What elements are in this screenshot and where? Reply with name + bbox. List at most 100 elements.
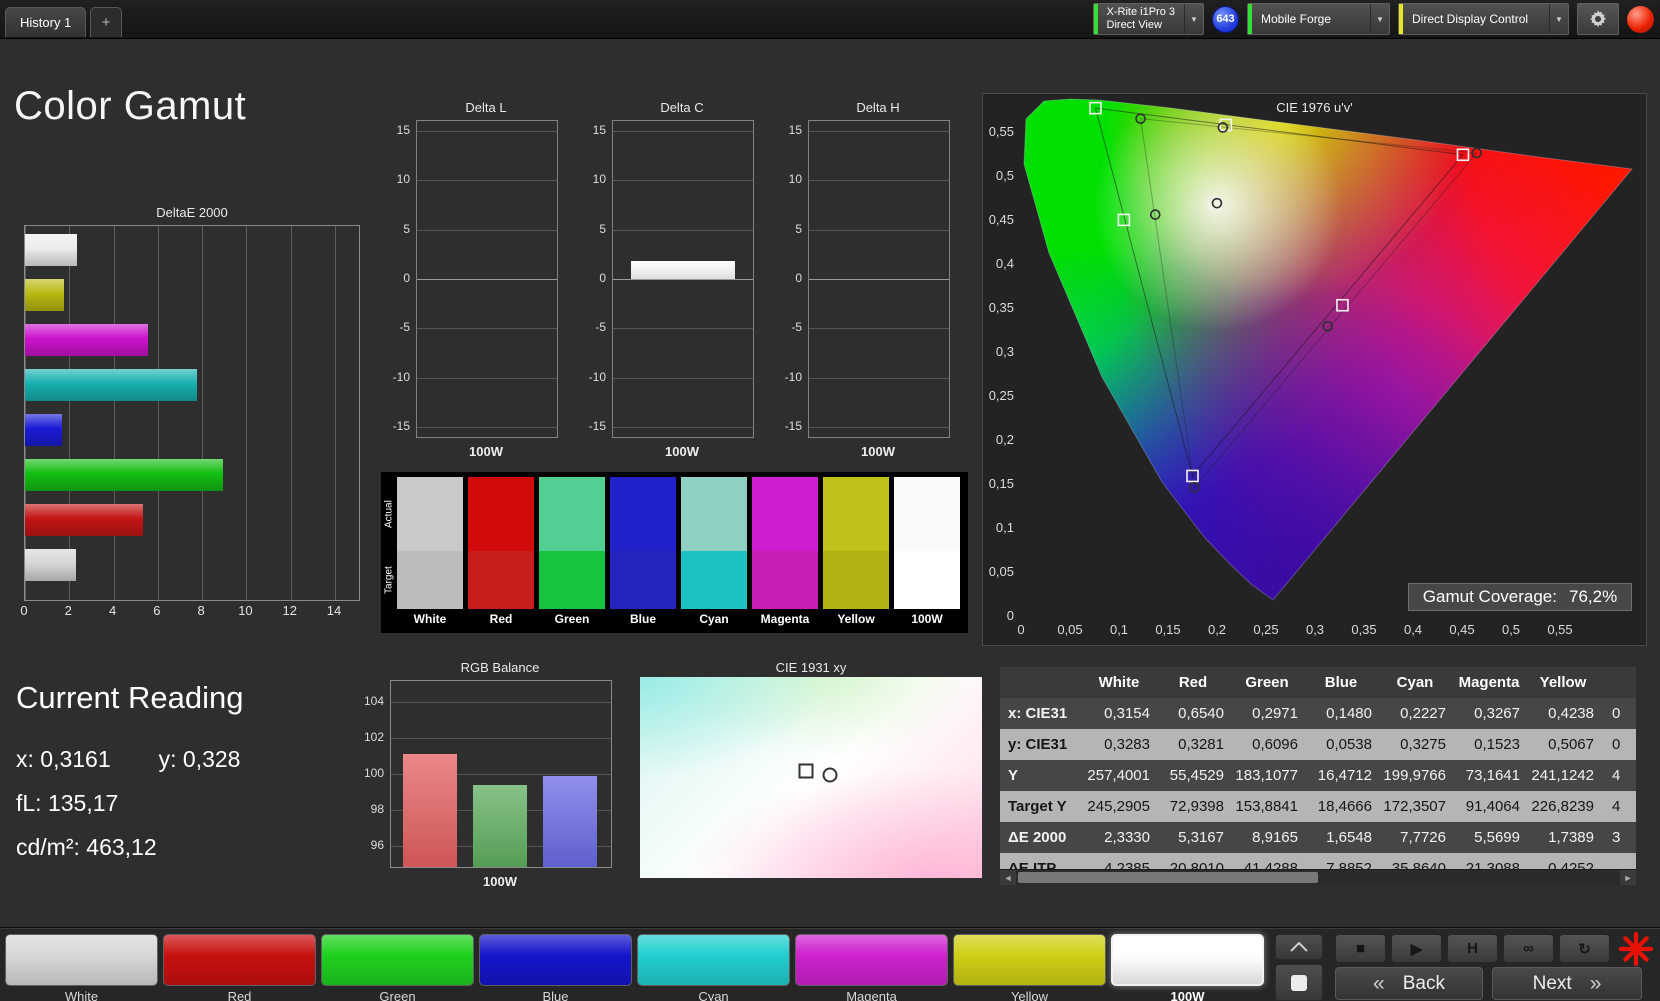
axis-tick-label: -15	[588, 419, 606, 433]
axis-tick-label: 5	[795, 221, 802, 236]
measured-marker-yellow	[1217, 122, 1229, 133]
reading-fl-value: fL: 135,17	[16, 790, 119, 816]
chevron-up-icon	[1289, 942, 1309, 952]
cie1931-measured-marker	[822, 767, 838, 783]
deltae-bar-yellow	[25, 279, 64, 311]
table-row-label: ΔE 2000	[1008, 829, 1067, 846]
table-header-red: Red	[1178, 674, 1208, 691]
table-row-x-cie31: x: CIE31 0,3154 0,6540 0,2971 0,1480 0,2227 0,…	[1000, 698, 1636, 729]
gridline	[246, 226, 248, 600]
collapse-panel-button[interactable]	[1275, 934, 1323, 960]
swatch-label: Yellow	[837, 612, 875, 626]
gridline	[613, 180, 753, 182]
rgb-balance-series-label: 100W	[483, 874, 517, 889]
table-cell-clipped: 0	[1612, 736, 1621, 753]
swatch-red: Red	[468, 477, 534, 629]
patch-color-white	[5, 934, 158, 986]
delta-l-y-axis: 15 10 5 0 -5 -10 -15	[390, 120, 412, 436]
gridline	[69, 226, 71, 600]
actual-target-swatch-strip: Actual Target White Red Green Blue Cyan Magen…	[381, 472, 968, 633]
patch-label: Red	[227, 989, 252, 1001]
table-cell-clipped: 0	[1612, 705, 1621, 722]
axis-tick-label: 0	[599, 271, 606, 285]
table-horizontal-scrollbar[interactable]: ◄ ►	[1000, 869, 1636, 885]
swatch-target-red	[468, 551, 534, 609]
table-cell-clipped: 4	[1612, 798, 1621, 815]
swatch-yellow: Yellow	[823, 477, 889, 629]
current-reading-panel: Current Reading x: 0,3161 y: 0,328 fL: 13…	[16, 680, 243, 878]
tab-history-1[interactable]: History 1	[5, 7, 87, 37]
target-marker-magenta	[1336, 298, 1349, 312]
stop-button[interactable]: ■	[1335, 934, 1386, 963]
next-button-label: Next	[1532, 972, 1572, 994]
swatch-green: Green	[539, 477, 605, 629]
rgb-balance-bar-red	[403, 754, 457, 867]
swatch-actual-red	[468, 477, 534, 551]
axis-tick-label: 8	[197, 603, 205, 618]
gridline	[809, 180, 949, 182]
patch-label: Yellow	[1010, 989, 1049, 1001]
cie1976-title: CIE 1976 u'v'	[1276, 100, 1353, 115]
cie1976-diagram	[1023, 98, 1633, 601]
patch-color-blue	[479, 934, 632, 986]
axis-tick-label: 0,1	[995, 520, 1014, 535]
swatch-target-green	[539, 551, 605, 609]
axis-tick-label: 100	[363, 766, 384, 780]
layout-button[interactable]	[1275, 964, 1323, 1001]
table-cell: 183,1077	[1235, 767, 1298, 784]
axis-tick-label: 0,25	[1253, 622, 1279, 637]
error-asterisk-icon	[1616, 930, 1656, 968]
swatch-white: White	[397, 477, 463, 629]
axis-tick-label: 0,05	[988, 564, 1014, 579]
rgb-balance-bar-green	[473, 784, 527, 867]
table-cell: 8,9165	[1252, 829, 1298, 846]
scroll-right-button[interactable]: ►	[1620, 870, 1636, 885]
table-cell: 72,9398	[1169, 798, 1224, 815]
patch-button-red[interactable]: Red	[163, 934, 316, 1001]
patch-button-magenta[interactable]: Magenta	[795, 934, 948, 1001]
patch-button-100w[interactable]: 100W	[1111, 934, 1264, 1001]
cie1976-chart: CIE 1976 u'v' 0 0,05 0,1 0,15 0,2 0,25 0…	[982, 93, 1647, 646]
delta-h-series-label: 100W	[861, 444, 895, 459]
delta-c-series-label: 100W	[665, 444, 699, 459]
axis-tick-label: 10	[238, 603, 253, 618]
scrollbar-thumb[interactable]	[1018, 872, 1318, 883]
history-button[interactable]: H	[1447, 934, 1498, 963]
patch-button-blue[interactable]: Blue	[479, 934, 632, 1001]
refresh-button[interactable]: ↻	[1559, 934, 1610, 963]
table-cell: 0,2227	[1400, 705, 1446, 722]
patch-button-green[interactable]: Green	[321, 934, 474, 1001]
continuous-button[interactable]: ∞	[1503, 934, 1554, 963]
meter-dropdown[interactable]: X-Rite i1Pro 3 Direct View ▼	[1092, 3, 1204, 35]
reading-y-value: y: 0,328	[158, 746, 241, 772]
back-button[interactable]: « Back	[1335, 967, 1483, 1000]
next-button[interactable]: Next »	[1492, 967, 1642, 1000]
play-button[interactable]: ▶	[1391, 934, 1442, 963]
axis-tick-label: 0	[1006, 608, 1014, 623]
table-cell: 2,3330	[1104, 829, 1150, 846]
swatch-magenta: Magenta	[752, 477, 818, 629]
add-tab-button[interactable]: +	[90, 7, 122, 37]
patch-button-white[interactable]: White	[5, 934, 158, 1001]
axis-tick-label: 12	[282, 603, 297, 618]
axis-tick-label: 102	[363, 730, 384, 745]
patch-button-yellow[interactable]: Yellow	[953, 934, 1106, 1001]
rgb-balance-title: RGB Balance	[460, 660, 540, 675]
display-control-dropdown[interactable]: Direct Display Control ▼	[1398, 3, 1569, 35]
swatch-label: Magenta	[760, 612, 810, 626]
gridline	[417, 377, 557, 379]
scrollbar-track[interactable]	[1016, 870, 1620, 885]
axis-tick-label: -15	[784, 419, 802, 433]
scroll-left-button[interactable]: ◄	[1000, 870, 1016, 885]
delta-l-series-label: 100W	[469, 444, 503, 459]
source-dropdown[interactable]: Mobile Forge ▼	[1247, 3, 1390, 35]
axis-tick-label: 10	[396, 172, 410, 187]
settings-button[interactable]	[1577, 3, 1619, 35]
table-cell: 1,7389	[1548, 829, 1594, 846]
meter-count-badge: 643	[1212, 5, 1239, 33]
target-marker-red	[1456, 148, 1470, 162]
table-row-y-cie31: y: CIE31 0,3283 0,3281 0,6096 0,0538 0,3275 0,…	[1000, 729, 1636, 760]
patch-button-cyan[interactable]: Cyan	[637, 934, 790, 1001]
axis-tick-label: 0,35	[988, 300, 1014, 315]
axis-tick-label: 0,55	[1547, 622, 1573, 637]
